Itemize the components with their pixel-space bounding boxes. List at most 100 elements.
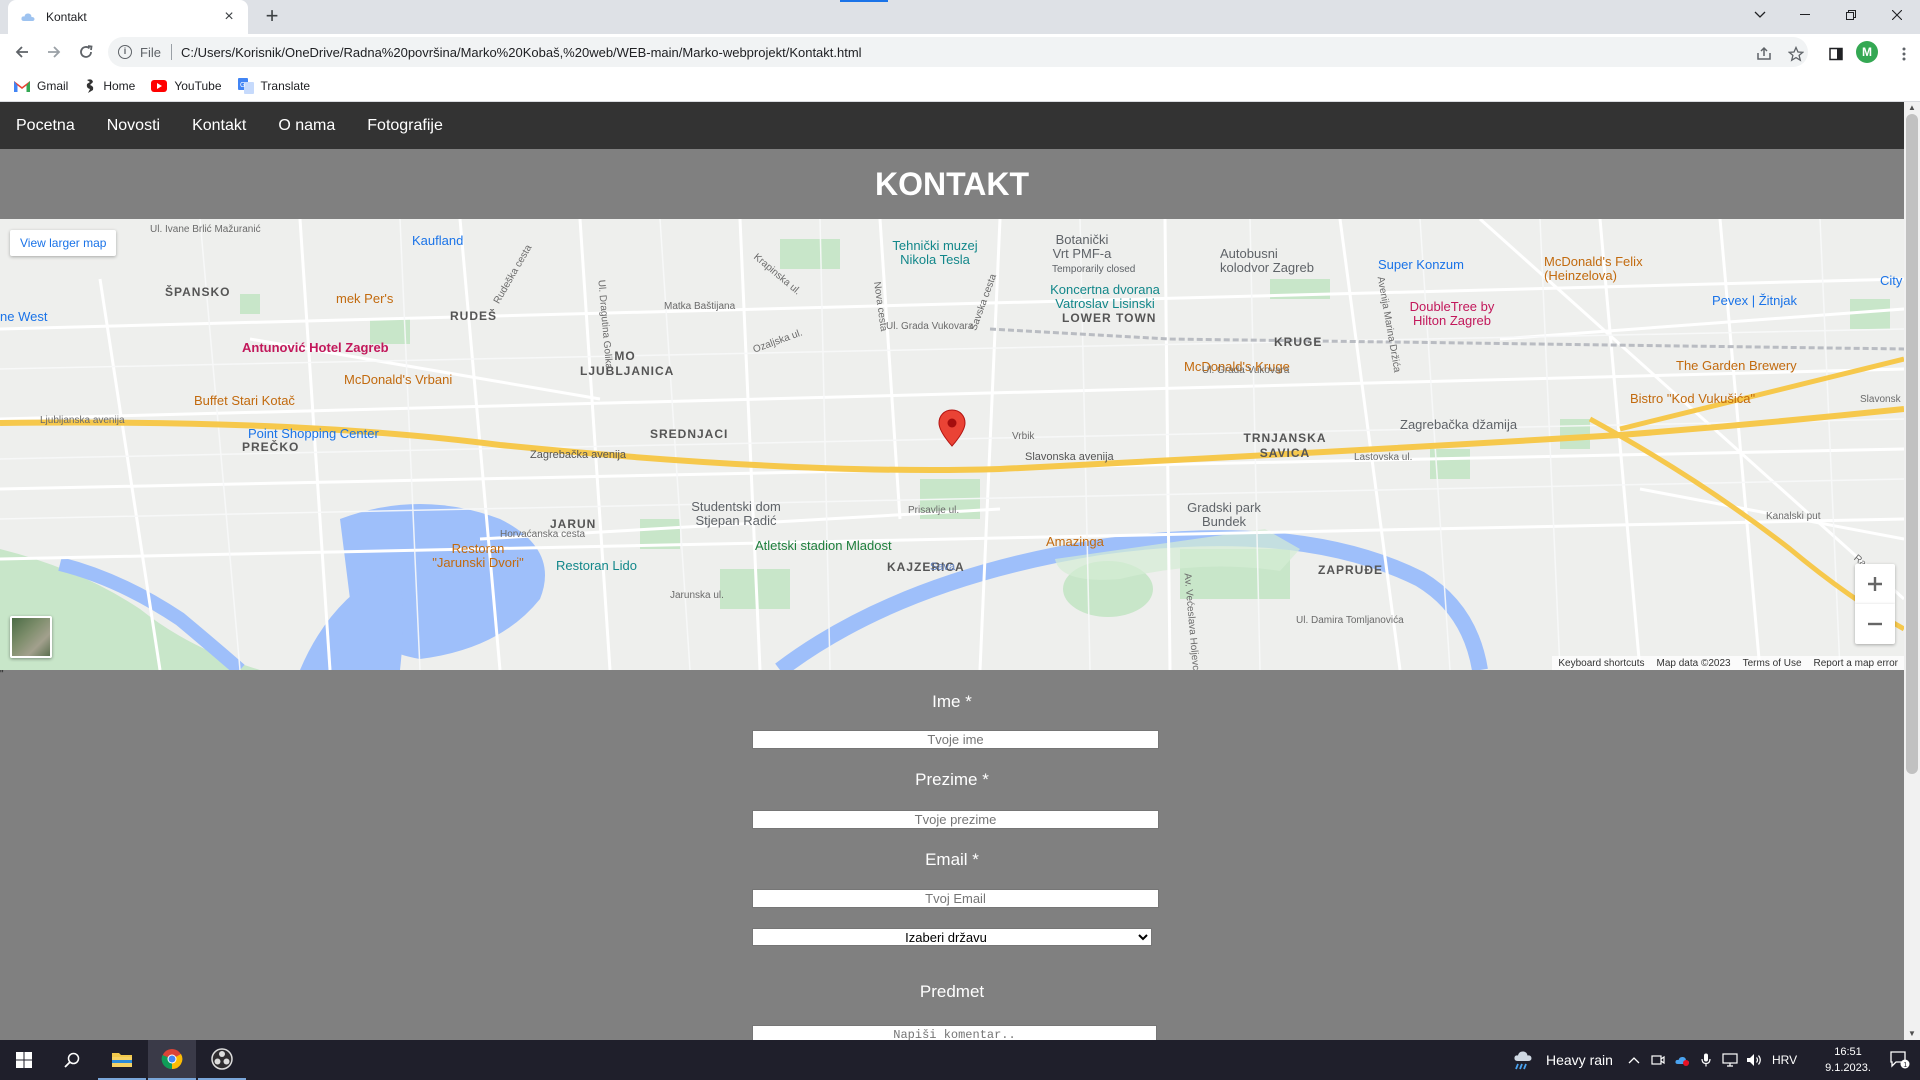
forward-arrow-icon[interactable] xyxy=(40,38,68,66)
bookmark-star-icon[interactable] xyxy=(1782,40,1810,68)
reload-icon[interactable] xyxy=(72,38,100,66)
minimize-window-button[interactable] xyxy=(1782,0,1828,30)
subject-label: Predmet xyxy=(919,982,985,1001)
windows-start-button[interactable] xyxy=(0,1040,48,1080)
page-title: KONTAKT xyxy=(874,166,1030,202)
map-place-label: Botanički Vrt PMF-a xyxy=(1052,232,1112,261)
input-language-indicator[interactable]: HRV xyxy=(1772,1040,1797,1080)
tab-search-chevron-icon[interactable] xyxy=(1737,0,1783,30)
nav-link-novosti[interactable]: Novosti xyxy=(107,117,160,135)
share-icon[interactable] xyxy=(1750,40,1778,68)
nav-link-pocetna[interactable]: Pocetna xyxy=(16,117,75,135)
site-info-icon[interactable]: i xyxy=(118,45,132,59)
bookmark-translate[interactable]: G Translate xyxy=(237,77,311,94)
map-street-label: Ul. Ivane Brlić Mažuranić xyxy=(150,224,261,235)
show-hidden-icons-chevron-icon[interactable] xyxy=(1626,1052,1642,1068)
map-place-label: Antunović Hotel Zagreb xyxy=(242,340,389,355)
volume-icon[interactable] xyxy=(1746,1052,1762,1068)
stray-text: " xyxy=(0,669,4,680)
side-panel-icon[interactable] xyxy=(1822,40,1850,68)
terms-of-use-link[interactable]: Terms of Use xyxy=(1743,658,1802,669)
address-bar[interactable]: i File C:/Users/Korisnik/OneDrive/Radna%… xyxy=(108,37,1808,67)
email-input[interactable] xyxy=(752,889,1159,908)
minus-icon xyxy=(1868,622,1882,626)
satellite-view-toggle[interactable] xyxy=(10,616,52,658)
new-tab-button[interactable]: + xyxy=(258,4,286,30)
email-label: Email * xyxy=(925,850,979,869)
scrollbar-thumb[interactable] xyxy=(1906,114,1918,774)
map-district-label: PREČKO xyxy=(242,440,300,454)
name-input[interactable] xyxy=(752,730,1159,749)
map-place-label: Studentski dom Stjepan Radić xyxy=(691,499,781,528)
report-map-error-link[interactable]: Report a map error xyxy=(1814,658,1898,669)
bookmark-label: Translate xyxy=(260,78,311,93)
map-street-label: Prisavlje ul. xyxy=(908,505,960,516)
surname-input[interactable] xyxy=(752,810,1159,829)
network-icon[interactable] xyxy=(1722,1052,1738,1068)
home-bookmark-icon xyxy=(87,78,94,93)
tab-kontakt[interactable]: Kontakt × xyxy=(8,0,248,34)
zoom-out-button[interactable] xyxy=(1855,604,1895,644)
map-street-label: Slavonska avenija xyxy=(1025,451,1114,463)
back-arrow-icon[interactable] xyxy=(8,38,36,66)
profile-avatar[interactable]: M xyxy=(1856,41,1878,63)
nav-link-fotografije[interactable]: Fotografije xyxy=(367,117,443,135)
bookmark-home[interactable]: Home xyxy=(84,78,135,94)
map-street-label: Vrbik xyxy=(1012,431,1035,442)
obs-icon xyxy=(211,1048,233,1070)
country-select[interactable]: Izaberi državu xyxy=(752,928,1152,946)
view-larger-map-link[interactable]: View larger map xyxy=(10,230,117,256)
map-place-label: Super Konzum xyxy=(1378,257,1464,272)
clock-date: 9.1.2023. xyxy=(1825,1062,1871,1074)
bookmark-label: YouTube xyxy=(174,78,222,93)
url-text[interactable]: C:/Users/Korisnik/OneDrive/Radna%20površ… xyxy=(181,45,862,60)
microphone-icon[interactable] xyxy=(1698,1052,1714,1068)
taskbar-search-button[interactable] xyxy=(48,1040,96,1080)
onedrive-icon[interactable] xyxy=(1674,1052,1690,1068)
keyboard-shortcuts-link[interactable]: Keyboard shortcuts xyxy=(1558,658,1644,669)
map-place-label: McDonald's Felix (Heinzelova) xyxy=(1544,254,1643,283)
location-pin-icon[interactable] xyxy=(938,409,966,447)
close-tab-icon[interactable]: × xyxy=(220,8,238,26)
url-scheme-label: File xyxy=(140,44,161,60)
close-window-button[interactable] xyxy=(1874,0,1920,30)
chrome-taskbar-button[interactable] xyxy=(148,1040,196,1080)
map-district-label: KRUGE xyxy=(1274,335,1323,349)
zoom-in-button[interactable] xyxy=(1855,564,1895,604)
embedded-map[interactable]: ŠPANSKO RUDEŠ MO LJUBLJANICA SREDNJACI P… xyxy=(0,219,1904,670)
loading-indicator xyxy=(840,0,888,2)
map-place-label: Restoran Lido xyxy=(556,558,637,573)
map-place-label: Point Shopping Center xyxy=(248,426,379,441)
action-center-button[interactable]: 1 xyxy=(1880,1040,1920,1080)
scroll-up-arrow-icon[interactable]: ▲ xyxy=(1904,102,1920,114)
plus-icon xyxy=(1868,577,1882,591)
url-separator xyxy=(170,44,172,60)
notifications-icon: 1 xyxy=(1890,1051,1910,1069)
map-street-label: Slavonsk xyxy=(1860,394,1901,405)
weather-text: Heavy rain xyxy=(1546,1052,1613,1068)
surname-label: Prezime * xyxy=(915,770,989,789)
map-place-label: McDonald's Vrbani xyxy=(344,372,453,387)
map-place-label: Zagrebačka džamija xyxy=(1400,417,1518,432)
chrome-icon xyxy=(161,1049,183,1070)
map-place-label: DoubleTree by Hilton Zagreb xyxy=(1409,299,1495,328)
bookmark-youtube[interactable]: YouTube xyxy=(151,78,222,93)
comment-textarea[interactable] xyxy=(752,1025,1157,1040)
nav-link-o-nama[interactable]: O nama xyxy=(278,117,335,135)
map-place-label: Gradski park Bundek xyxy=(1187,500,1261,529)
windows-logo-icon xyxy=(16,1052,32,1068)
map-street-label: Jarunska ul. xyxy=(670,590,724,601)
weather-widget[interactable]: Heavy rain xyxy=(1512,1040,1613,1080)
restore-window-button[interactable] xyxy=(1828,0,1874,30)
meet-now-icon[interactable] xyxy=(1650,1052,1666,1068)
map-district-label: ZAPRUĐE xyxy=(1318,563,1384,577)
nav-link-kontakt[interactable]: Kontakt xyxy=(192,117,246,135)
bookmark-gmail[interactable]: Gmail xyxy=(14,79,68,93)
kebab-menu-icon[interactable] xyxy=(1890,40,1918,68)
file-explorer-button[interactable] xyxy=(98,1040,146,1080)
map-place-label: mek Per's xyxy=(336,291,394,306)
scroll-down-arrow-icon[interactable]: ▼ xyxy=(1904,1028,1920,1040)
obs-taskbar-button[interactable] xyxy=(198,1040,246,1080)
taskbar-clock[interactable]: 16:51 9.1.2023. xyxy=(1818,1044,1878,1076)
tab-title: Kontakt xyxy=(46,10,87,24)
